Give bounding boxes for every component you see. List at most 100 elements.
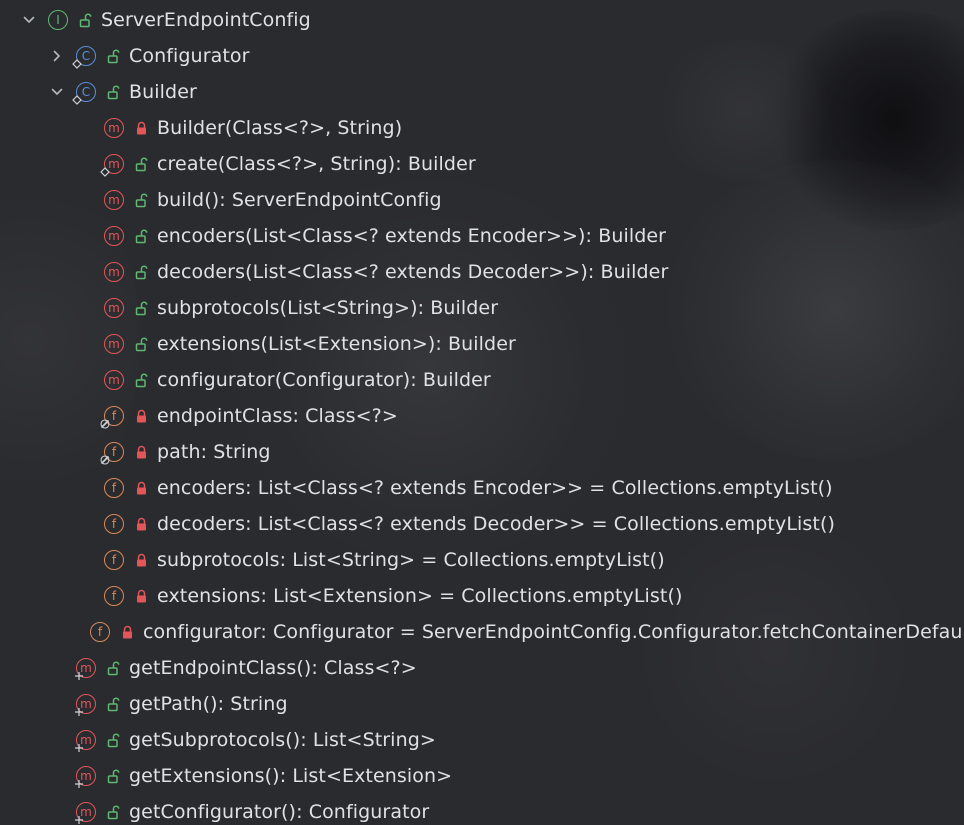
method-icon: m (100, 154, 124, 177)
lock-closed-icon (134, 552, 148, 568)
tree-node-label: decoders: List<Class<? extends Decoder>>… (157, 513, 835, 535)
tree-node-label: decoders(List<Class<? extends Decoder>>)… (157, 261, 669, 283)
abstract-overlay-icon (74, 815, 84, 825)
tree-node-label: extensions(List<Extension>): Builder (157, 333, 516, 355)
tree-node-class[interactable]: C Configurator (0, 38, 964, 74)
tree-node-field[interactable]: f configurator: Configurator = ServerEndp… (0, 614, 964, 650)
kind-letter: m (108, 193, 120, 207)
tree-node-label: configurator: Configurator = ServerEndpo… (143, 621, 964, 643)
structure-tree: I ServerEndpointConfig C Configurator C Build… (0, 2, 964, 825)
kind-letter: m (108, 121, 120, 135)
tree-node-label: getSubprotocols(): List<String> (129, 729, 436, 751)
lock-closed-icon (134, 588, 148, 604)
tree-node-method[interactable]: m getSubprotocols(): List<String> (0, 722, 964, 758)
tree-node-interface[interactable]: I ServerEndpointConfig (0, 2, 964, 38)
tree-node-method[interactable]: m build(): ServerEndpointConfig (0, 182, 964, 218)
tree-node-method[interactable]: m getConfigurator(): Configurator (0, 794, 964, 825)
kind-letter: f (111, 517, 117, 531)
method-icon: m (104, 262, 124, 282)
field-icon: f (104, 478, 124, 498)
method-icon: m (74, 730, 96, 753)
tree-node-label: path: String (157, 441, 271, 463)
lock-closed-icon (134, 444, 148, 460)
method-icon: m (104, 118, 124, 138)
method-icon: m (74, 658, 96, 681)
kind-letter: f (97, 625, 103, 639)
tree-node-method[interactable]: m configurator(Configurator): Builder (0, 362, 964, 398)
tree-node-label: build(): ServerEndpointConfig (157, 189, 442, 211)
lock-open-icon (134, 156, 148, 172)
final-overlay-icon (100, 419, 110, 429)
tree-node-label: encoders: List<Class<? extends Encoder>>… (157, 477, 833, 499)
tree-node-method[interactable]: m getEndpointClass(): Class<?> (0, 650, 964, 686)
lock-open-icon (106, 696, 120, 712)
field-icon: f (104, 514, 124, 534)
kind-letter: C (81, 85, 91, 99)
lock-open-icon (106, 84, 120, 100)
field-icon: f (100, 442, 124, 465)
chevron-right-icon[interactable] (50, 38, 64, 74)
static-overlay-icon (72, 95, 82, 105)
method-icon: m (75, 766, 96, 788)
method-icon: m (104, 298, 124, 318)
method-icon: m (75, 694, 96, 716)
tree-node-class[interactable]: C Builder (0, 74, 964, 110)
tree-node-label: getExtensions(): List<Extension> (129, 765, 453, 787)
interface-icon: I (48, 10, 68, 30)
tree-node-label: Configurator (129, 45, 250, 67)
method-icon: m (104, 190, 124, 210)
kind-letter: m (108, 337, 120, 351)
kind-letter: I (56, 13, 60, 27)
tree-node-label: endpointClass: Class<?> (157, 405, 398, 427)
tree-node-label: create(Class<?>, String): Builder (157, 153, 476, 175)
tree-node-field[interactable]: f extensions: List<Extension> = Collectio… (0, 578, 964, 614)
static-overlay-icon (100, 167, 110, 177)
kind-letter: m (108, 373, 120, 387)
tree-node-label: Builder(Class<?>, String) (157, 117, 403, 139)
tree-node-method[interactable]: m extensions(List<Extension>): Builder (0, 326, 964, 362)
field-icon: f (90, 622, 110, 642)
kind-letter: m (108, 265, 120, 279)
tree-node-field[interactable]: f encoders: List<Class<? extends Encoder>… (0, 470, 964, 506)
tree-node-method[interactable]: m create(Class<?>, String): Builder (0, 146, 964, 182)
lock-closed-icon (120, 624, 134, 640)
lock-open-icon (134, 264, 148, 280)
lock-open-icon (134, 300, 148, 316)
lock-open-icon (134, 336, 148, 352)
tree-node-field[interactable]: f subprotocols: List<String> = Collection… (0, 542, 964, 578)
lock-open-icon (106, 732, 120, 748)
tree-node-label: extensions: List<Extension> = Collection… (157, 585, 683, 607)
lock-open-icon (134, 192, 148, 208)
lock-open-icon (134, 228, 148, 244)
tree-node-method[interactable]: m decoders(List<Class<? extends Decoder>>… (0, 254, 964, 290)
lock-open-icon (134, 372, 148, 388)
lock-closed-icon (134, 120, 148, 136)
method-icon: m (104, 334, 124, 354)
field-icon: f (104, 586, 124, 606)
final-overlay-icon (100, 455, 110, 465)
tree-node-method[interactable]: m Builder(Class<?>, String) (0, 110, 964, 146)
tree-node-label: subprotocols: List<String> = Collections… (157, 549, 665, 571)
kind-letter: f (111, 589, 117, 603)
lock-open-icon (106, 804, 120, 820)
abstract-overlay-icon (74, 743, 84, 753)
chevron-down-icon[interactable] (50, 74, 64, 110)
field-icon: f (104, 550, 124, 570)
chevron-down-icon[interactable] (22, 2, 36, 38)
kind-letter: f (111, 553, 117, 567)
tree-node-label: getConfigurator(): Configurator (129, 801, 430, 823)
tree-node-label: getEndpointClass(): Class<?> (129, 657, 417, 679)
tree-node-method[interactable]: m getPath(): String (0, 686, 964, 722)
tree-node-method[interactable]: m getExtensions(): List<Extension> (0, 758, 964, 794)
tree-node-method[interactable]: m encoders(List<Class<? extends Encoder>>… (0, 218, 964, 254)
lock-closed-icon (134, 480, 148, 496)
class-icon: C (72, 46, 96, 69)
tree-node-label: getPath(): String (129, 693, 288, 715)
abstract-overlay-icon (74, 671, 84, 681)
tree-node-field[interactable]: f endpointClass: Class<?> (0, 398, 964, 434)
tree-node-method[interactable]: m subprotocols(List<String>): Builder (0, 290, 964, 326)
kind-letter: f (111, 409, 117, 423)
kind-letter: m (108, 301, 120, 315)
tree-node-field[interactable]: f decoders: List<Class<? extends Decoder>… (0, 506, 964, 542)
tree-node-field[interactable]: f path: String (0, 434, 964, 470)
